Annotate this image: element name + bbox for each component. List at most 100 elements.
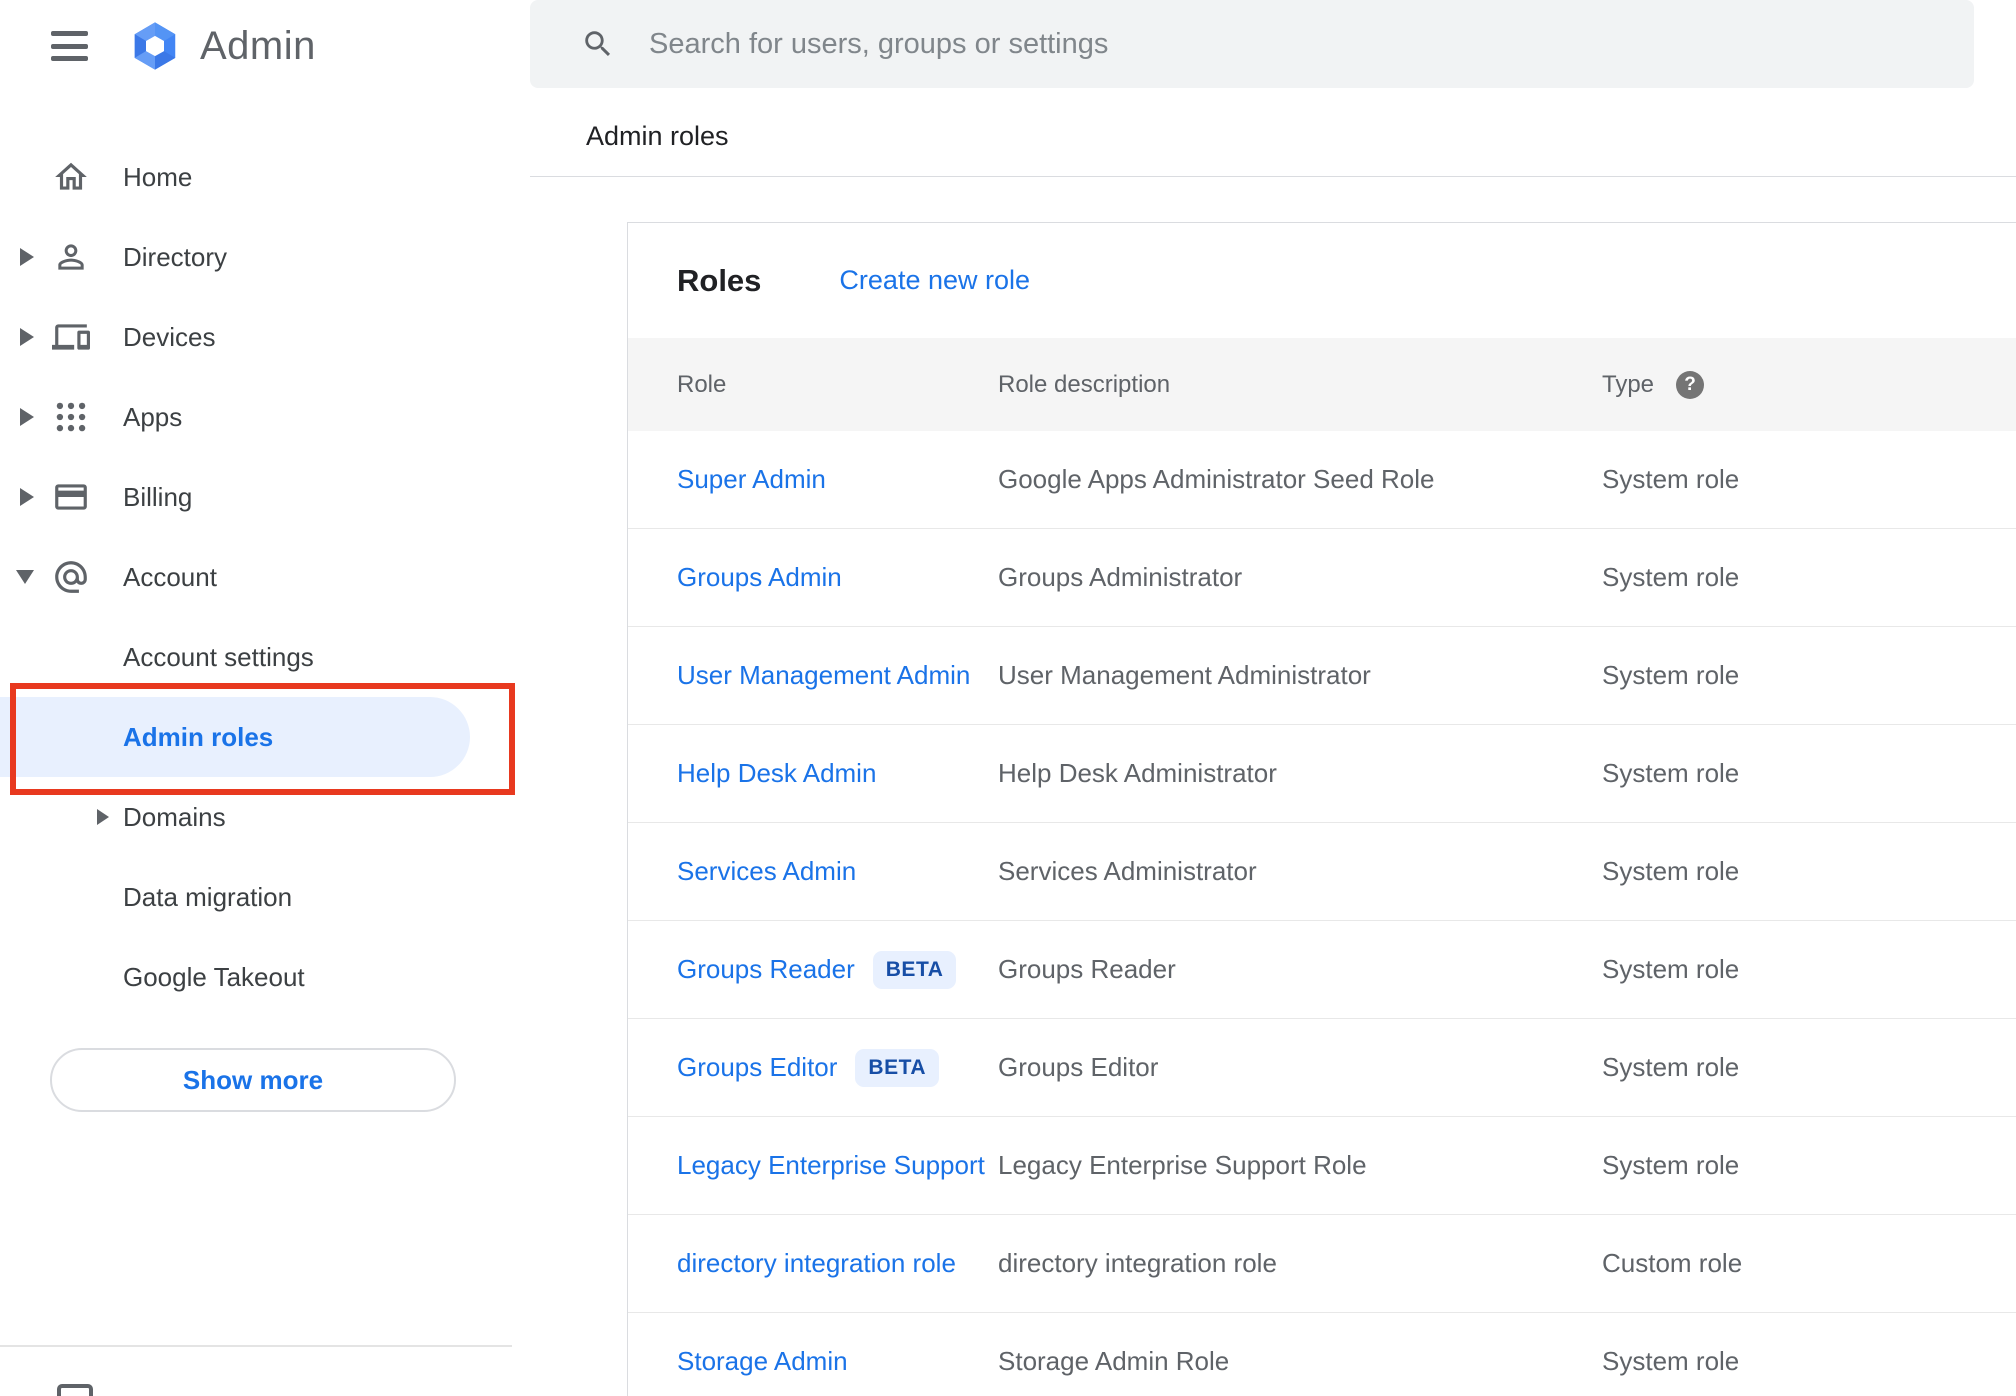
admin-console-page: Admin Home Directory Devices Apps Billin… <box>0 0 2016 1396</box>
sidebar-item-label: Devices <box>123 321 216 352</box>
sidebar-nav: Home Directory Devices Apps Billing Acco… <box>0 137 516 1017</box>
sidebar-item-account-settings[interactable]: Account settings <box>0 617 516 697</box>
sidebar-item-label: Admin roles <box>123 721 274 752</box>
sidebar-item-devices[interactable]: Devices <box>0 297 516 377</box>
sidebar-item-account[interactable]: Account <box>0 537 516 617</box>
sidebar-bottom-divider <box>0 1345 512 1347</box>
credit-card-icon <box>52 478 90 516</box>
expand-arrow-icon[interactable] <box>20 248 34 266</box>
sidebar-item-admin-roles[interactable]: Admin roles <box>0 697 516 777</box>
sidebar-item-label: Billing <box>123 481 193 512</box>
person-icon <box>52 238 90 276</box>
sidebar-item-billing[interactable]: Billing <box>0 457 516 537</box>
show-more-button[interactable]: Show more <box>50 1048 456 1112</box>
role-type: System role <box>1602 856 1740 886</box>
table-row: Super Admin Google Apps Administrator Se… <box>628 431 2016 529</box>
role-description: directory integration role <box>998 1248 1277 1278</box>
role-type: System role <box>1602 954 1740 984</box>
table-row: directory integration role directory int… <box>628 1215 2016 1313</box>
role-type: System role <box>1602 758 1740 788</box>
roles-card-header: Roles Create new role <box>628 223 2016 338</box>
table-row: Help Desk Admin Help Desk Administrator … <box>628 725 2016 823</box>
expand-arrow-icon[interactable] <box>20 328 34 346</box>
role-type: System role <box>1602 464 1740 494</box>
role-link[interactable]: Legacy Enterprise Support <box>677 1150 985 1181</box>
role-link[interactable]: Services Admin <box>677 856 856 887</box>
expand-arrow-icon[interactable] <box>97 809 109 825</box>
home-icon <box>52 158 90 196</box>
role-link[interactable]: Groups Admin <box>677 562 842 593</box>
role-link[interactable]: Super Admin <box>677 464 826 495</box>
role-description: Groups Administrator <box>998 562 1243 592</box>
column-header-role: Role <box>677 370 727 398</box>
app-title: Admin <box>200 23 316 68</box>
role-description: Groups Editor <box>998 1052 1159 1082</box>
role-link[interactable]: Groups Reader <box>677 954 855 985</box>
card-title: Roles <box>677 262 762 298</box>
devices-icon <box>52 318 90 356</box>
sidebar-item-data-migration[interactable]: Data migration <box>0 857 516 937</box>
sidebar-item-label: Home <box>123 161 193 192</box>
sidebar-bottom-partial-icon <box>57 1384 93 1396</box>
roles-card: Roles Create new role Role Role descript… <box>627 222 2016 1396</box>
role-description: Groups Reader <box>998 954 1176 984</box>
table-row: Groups Admin Groups Administrator System… <box>628 529 2016 627</box>
table-row: Storage Admin Storage Admin Role System … <box>628 1313 2016 1396</box>
show-more-label: Show more <box>182 1064 324 1095</box>
role-description: Legacy Enterprise Support Role <box>998 1150 1367 1180</box>
hamburger-menu-icon[interactable] <box>51 31 88 61</box>
role-type: System role <box>1602 1052 1740 1082</box>
sidebar-item-label: Directory <box>123 241 228 272</box>
role-type: System role <box>1602 1150 1740 1180</box>
sidebar-item-label: Account settings <box>123 641 314 672</box>
table-row: Groups Editor BETA Groups Editor System … <box>628 1019 2016 1117</box>
sidebar-item-directory[interactable]: Directory <box>0 217 516 297</box>
role-link[interactable]: User Management Admin <box>677 660 970 691</box>
sidebar-item-label: Account <box>123 561 217 592</box>
role-description: Help Desk Administrator <box>998 758 1277 788</box>
sidebar-item-apps[interactable]: Apps <box>0 377 516 457</box>
role-link[interactable]: Groups Editor <box>677 1052 837 1083</box>
create-new-role-link[interactable]: Create new role <box>839 265 1030 296</box>
sidebar: Admin Home Directory Devices Apps Billin… <box>0 0 516 1396</box>
sidebar-item-google-takeout[interactable]: Google Takeout <box>0 937 516 1017</box>
table-row: Services Admin Services Administrator Sy… <box>628 823 2016 921</box>
role-link[interactable]: Storage Admin <box>677 1346 848 1377</box>
help-icon[interactable]: ? <box>1676 370 1705 399</box>
role-description: Storage Admin Role <box>998 1346 1230 1376</box>
role-link[interactable]: Help Desk Admin <box>677 758 876 789</box>
admin-logo-icon <box>134 22 176 70</box>
sidebar-item-domains[interactable]: Domains <box>0 777 516 857</box>
role-type: Custom role <box>1602 1248 1743 1278</box>
role-link[interactable]: directory integration role <box>677 1248 956 1279</box>
sidebar-item-home[interactable]: Home <box>0 137 516 217</box>
breadcrumb: Admin roles <box>586 121 729 151</box>
sidebar-header: Admin <box>0 0 516 92</box>
role-description: Google Apps Administrator Seed Role <box>998 464 1435 494</box>
expand-arrow-icon[interactable] <box>20 488 34 506</box>
sidebar-item-label: Apps <box>123 401 183 432</box>
apps-grid-icon <box>52 398 90 436</box>
search-icon <box>581 27 615 61</box>
role-type: System role <box>1602 1346 1740 1376</box>
search-bar[interactable]: Search for users, groups or settings <box>530 0 1974 88</box>
beta-badge: BETA <box>855 1048 940 1087</box>
search-placeholder: Search for users, groups or settings <box>649 27 1109 60</box>
role-description: Services Administrator <box>998 856 1257 886</box>
table-row: User Management Admin User Management Ad… <box>628 627 2016 725</box>
role-type: System role <box>1602 660 1740 690</box>
role-type: System role <box>1602 562 1740 592</box>
role-description: User Management Administrator <box>998 660 1371 690</box>
table-row: Legacy Enterprise Support Legacy Enterpr… <box>628 1117 2016 1215</box>
table-header-row: Role Role description Type ? <box>628 338 2016 431</box>
sidebar-item-label: Google Takeout <box>123 961 305 992</box>
collapse-arrow-icon[interactable] <box>16 570 34 584</box>
table-row: Groups Reader BETA Groups Reader System … <box>628 921 2016 1019</box>
header-divider <box>530 176 2016 177</box>
beta-badge: BETA <box>872 950 957 989</box>
expand-arrow-icon[interactable] <box>20 408 34 426</box>
column-header-type-label: Type <box>1602 370 1655 398</box>
at-sign-icon <box>52 558 90 596</box>
column-header-type: Type ? <box>1602 370 2016 399</box>
column-header-description: Role description <box>998 370 1171 398</box>
